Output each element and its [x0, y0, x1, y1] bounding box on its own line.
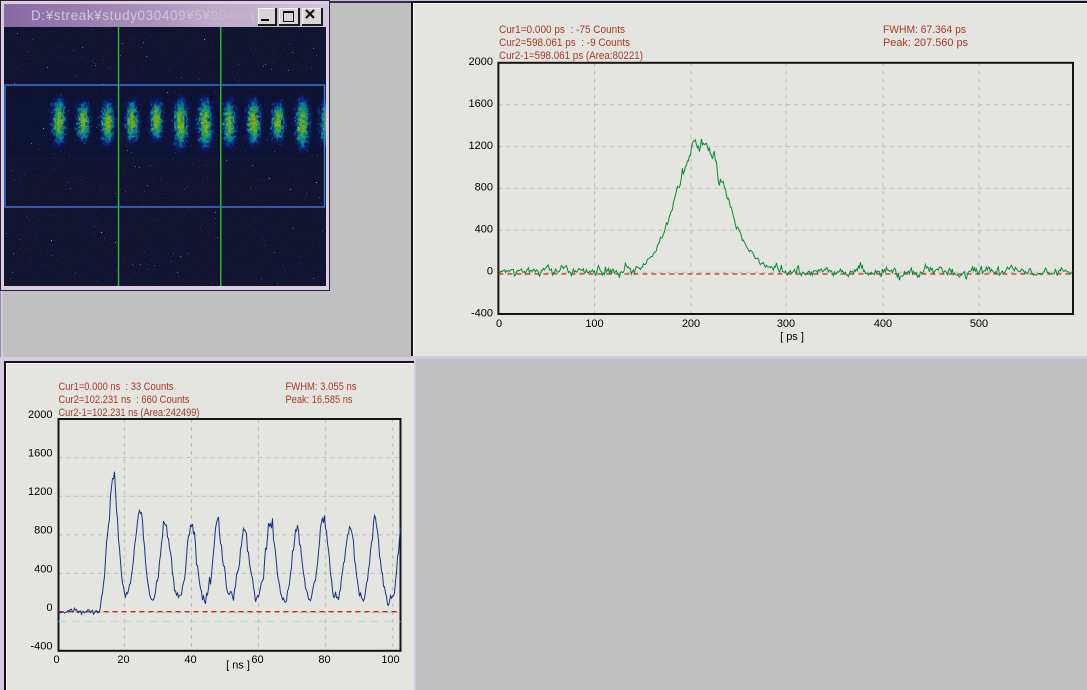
svg-text:100: 100: [381, 654, 399, 666]
svg-text:Cur2-1=598.061 ps (Area:80221): Cur2-1=598.061 ps (Area:80221): [499, 50, 643, 62]
svg-text:300: 300: [777, 318, 795, 330]
svg-text:1200: 1200: [469, 140, 493, 152]
svg-text:800: 800: [475, 182, 493, 194]
svg-text:1200: 1200: [28, 486, 52, 498]
svg-text:400: 400: [34, 563, 52, 575]
svg-text:Cur1=0.000 ps : -75 Counts: Cur1=0.000 ps : -75 Counts: [499, 24, 625, 36]
svg-text:0: 0: [487, 265, 493, 277]
svg-text:-400: -400: [30, 641, 52, 653]
svg-text:100: 100: [585, 318, 603, 330]
svg-text:1600: 1600: [28, 447, 52, 459]
svg-text:Cur1=0.000 ns : 33 Counts: Cur1=0.000 ns : 33 Counts: [59, 381, 174, 393]
svg-text:20: 20: [117, 654, 129, 666]
svg-text:60: 60: [251, 654, 263, 666]
svg-text:FWHM: 3.055 ns: FWHM: 3.055 ns: [286, 381, 357, 393]
svg-text:40: 40: [184, 654, 196, 666]
svg-text:[ ns ]: [ ns ]: [226, 660, 250, 672]
svg-text:400: 400: [475, 224, 493, 236]
svg-text:-400: -400: [471, 307, 493, 319]
svg-text:FWHM: 67.364 ps: FWHM: 67.364 ps: [883, 24, 966, 36]
svg-text:[ ps ]: [ ps ]: [780, 331, 804, 343]
svg-text:1600: 1600: [469, 98, 493, 110]
svg-text:800: 800: [34, 525, 52, 537]
svg-text:500: 500: [970, 318, 988, 330]
svg-text:Peak: 207.560 ps: Peak: 207.560 ps: [883, 37, 968, 49]
svg-text:200: 200: [682, 318, 700, 330]
svg-text:0: 0: [46, 602, 52, 614]
svg-text:0: 0: [53, 654, 59, 666]
svg-text:2000: 2000: [469, 56, 493, 68]
svg-text:Cur2=102.231 ns : 660 Counts: Cur2=102.231 ns : 660 Counts: [59, 394, 190, 406]
svg-text:Cur2-1=102.231 ns (Area:242499: Cur2-1=102.231 ns (Area:242499): [59, 407, 200, 419]
svg-text:Cur2=598.061 ps : -9 Counts: Cur2=598.061 ps : -9 Counts: [499, 37, 630, 49]
svg-text:Peak: 16.585 ns: Peak: 16.585 ns: [286, 394, 353, 406]
svg-text:2000: 2000: [28, 409, 52, 421]
svg-text:0: 0: [496, 318, 502, 330]
svg-text:400: 400: [874, 318, 892, 330]
svg-text:80: 80: [318, 654, 330, 666]
